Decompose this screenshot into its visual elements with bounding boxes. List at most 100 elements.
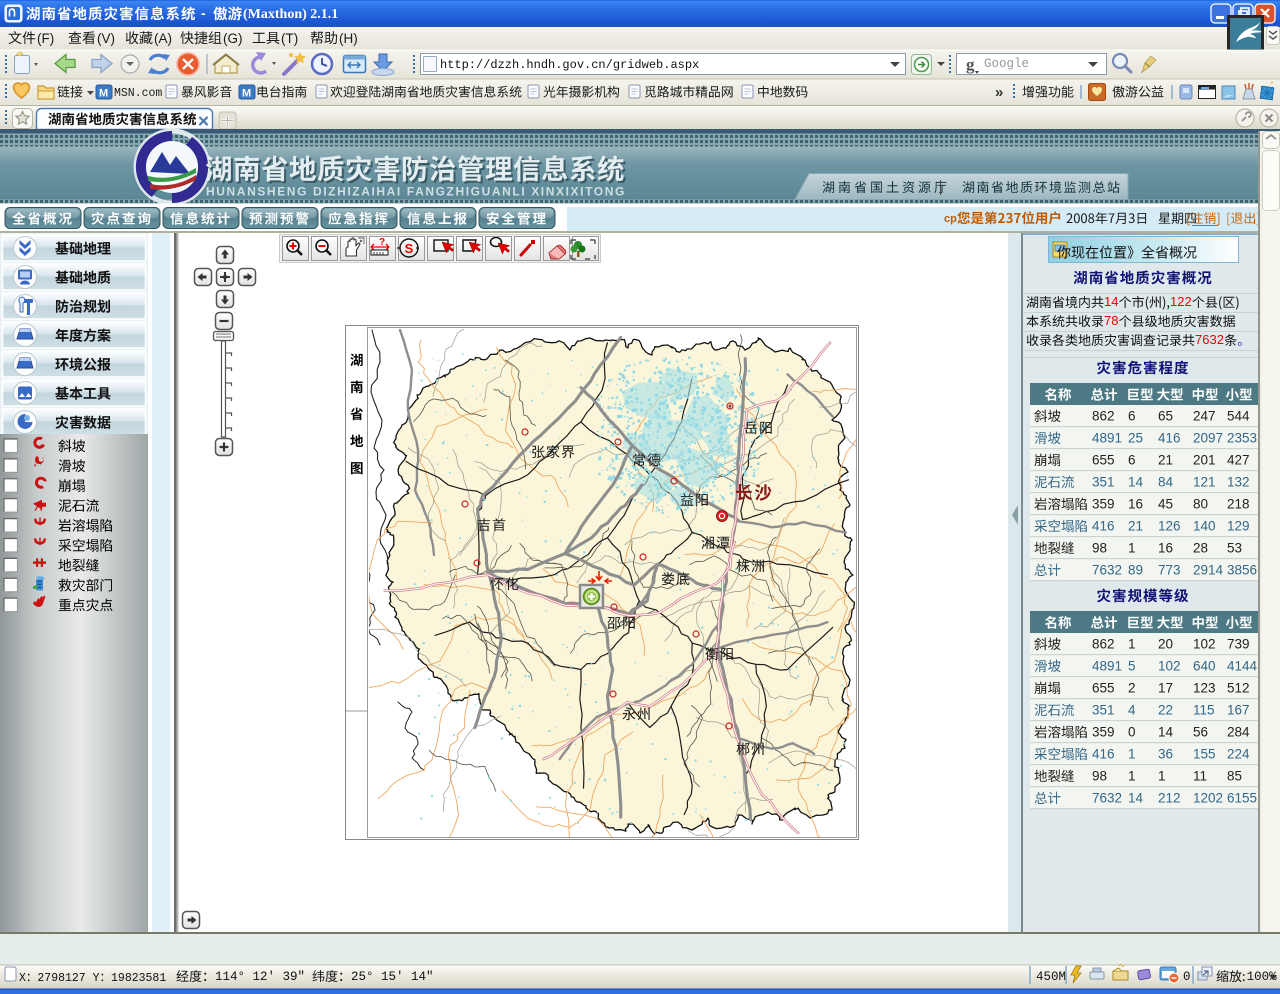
svg-text:-: - <box>201 5 206 21</box>
svg-text:56: 56 <box>1193 725 1208 740</box>
svg-text:2914: 2914 <box>1193 563 1224 578</box>
svg-text:25° 15′ 14″: 25° 15′ 14″ <box>351 970 434 984</box>
svg-text:512: 512 <box>1227 681 1250 696</box>
svg-text:14: 14 <box>1128 475 1144 490</box>
svg-text:122: 122 <box>1170 294 1192 309</box>
svg-text:1: 1 <box>1128 541 1136 556</box>
svg-text:MSN.com: MSN.com <box>114 87 162 100</box>
svg-text:2097: 2097 <box>1193 431 1223 446</box>
svg-text:14: 14 <box>1104 294 1118 309</box>
svg-text:351: 351 <box>1092 475 1115 490</box>
svg-text:78: 78 <box>1104 313 1118 328</box>
svg-text:4891: 4891 <box>1092 659 1122 674</box>
svg-text:155: 155 <box>1193 747 1216 762</box>
svg-text:351: 351 <box>1092 703 1115 718</box>
svg-text:3856: 3856 <box>1227 563 1257 578</box>
svg-text:»: » <box>995 84 1003 101</box>
svg-text:7632: 7632 <box>1195 332 1224 347</box>
svg-text:(T): (T) <box>281 31 298 46</box>
svg-text:126: 126 <box>1158 519 1181 534</box>
svg-text:4: 4 <box>1128 703 1136 718</box>
svg-text:65: 65 <box>1158 409 1173 424</box>
svg-text:6155: 6155 <box>1227 791 1257 806</box>
svg-text:80: 80 <box>1193 497 1208 512</box>
svg-text:(H): (H) <box>339 31 358 46</box>
svg-text:98: 98 <box>1092 769 1107 784</box>
svg-text:1: 1 <box>1158 769 1166 784</box>
svg-text:655: 655 <box>1092 681 1115 696</box>
svg-text:224: 224 <box>1227 747 1250 762</box>
svg-text:115: 115 <box>1193 703 1215 718</box>
svg-text:114° 12′ 39″: 114° 12′ 39″ <box>215 970 305 984</box>
svg-text:(A): (A) <box>154 31 172 46</box>
svg-text:0: 0 <box>1128 725 1136 740</box>
svg-text:247: 247 <box>1193 409 1216 424</box>
svg-text:HUNANSHENG DIZHIZAIHAI FANGZHI: HUNANSHENG DIZHIZAIHAI FANGZHIGUANLI XIN… <box>206 185 626 199</box>
svg-text:102: 102 <box>1193 637 1216 652</box>
svg-text:S: S <box>405 241 414 256</box>
svg-text:862: 862 <box>1092 409 1115 424</box>
svg-text:45: 45 <box>1158 497 1173 512</box>
svg-text:20: 20 <box>1158 637 1173 652</box>
svg-text:140: 140 <box>1193 519 1216 534</box>
svg-text:6: 6 <box>1128 409 1136 424</box>
svg-text:862: 862 <box>1092 637 1115 652</box>
svg-text:1: 1 <box>1128 747 1136 762</box>
svg-text:1202: 1202 <box>1193 791 1223 806</box>
svg-text:11: 11 <box>1193 769 1207 784</box>
svg-text:0: 0 <box>1183 970 1191 984</box>
svg-text:5: 5 <box>1128 659 1136 674</box>
svg-text:53: 53 <box>1227 541 1242 556</box>
svg-text:14: 14 <box>1128 791 1144 806</box>
svg-text:16: 16 <box>1128 497 1143 512</box>
svg-text:g: g <box>966 55 975 74</box>
svg-text:4144: 4144 <box>1227 659 1258 674</box>
svg-text:cp: cp <box>944 213 957 225</box>
svg-text:121: 121 <box>1193 475 1216 490</box>
svg-text:1: 1 <box>1128 637 1136 652</box>
svg-text:427: 427 <box>1227 453 1250 468</box>
svg-text:(Maxthon) 2.1.1: (Maxthon) 2.1.1 <box>243 7 338 22</box>
svg-text:28: 28 <box>1193 541 1208 556</box>
svg-text:450M: 450M <box>1036 970 1066 984</box>
svg-text:(G): (G) <box>223 31 243 46</box>
svg-text:17: 17 <box>1158 681 1173 696</box>
svg-text:4891: 4891 <box>1092 431 1122 446</box>
svg-text:129: 129 <box>1227 519 1250 534</box>
svg-text:85: 85 <box>1227 769 1242 784</box>
svg-text:201: 201 <box>1193 453 1216 468</box>
svg-text:M: M <box>242 88 251 100</box>
svg-text:167: 167 <box>1227 703 1250 718</box>
svg-text:284: 284 <box>1227 725 1250 740</box>
svg-text:359: 359 <box>1092 497 1115 512</box>
svg-text:1: 1 <box>1128 769 1136 784</box>
svg-text:14: 14 <box>1158 725 1174 740</box>
svg-text:359: 359 <box>1092 725 1115 740</box>
svg-text:?: ? <box>379 237 385 248</box>
svg-text:655: 655 <box>1092 453 1115 468</box>
svg-text:218: 218 <box>1227 497 1250 512</box>
svg-text:(F): (F) <box>37 31 54 46</box>
svg-text:X：2798127 Y：19823581: X：2798127 Y：19823581 <box>19 972 166 985</box>
svg-text:25: 25 <box>1128 431 1143 446</box>
svg-text:98: 98 <box>1092 541 1107 556</box>
svg-text:416: 416 <box>1092 747 1115 762</box>
svg-text:16: 16 <box>1158 541 1173 556</box>
svg-text:M: M <box>99 88 108 100</box>
svg-text:773: 773 <box>1158 563 1181 578</box>
svg-text:84: 84 <box>1158 475 1174 490</box>
svg-text:212: 212 <box>1158 791 1181 806</box>
svg-text:739: 739 <box>1227 637 1250 652</box>
svg-text:36: 36 <box>1158 747 1173 762</box>
svg-text:21: 21 <box>1128 519 1143 534</box>
svg-text:(V): (V) <box>97 31 115 46</box>
svg-text:416: 416 <box>1092 519 1115 534</box>
svg-text:http://dzzh.hndh.gov.cn/gridwe: http://dzzh.hndh.gov.cn/gridweb.aspx <box>440 58 699 72</box>
svg-text:7632: 7632 <box>1092 791 1122 806</box>
svg-text:2: 2 <box>1128 681 1136 696</box>
svg-text:89: 89 <box>1128 563 1143 578</box>
svg-text:6: 6 <box>1128 453 1136 468</box>
svg-text:2353: 2353 <box>1227 431 1257 446</box>
svg-text:416: 416 <box>1158 431 1181 446</box>
svg-text:7632: 7632 <box>1092 563 1122 578</box>
